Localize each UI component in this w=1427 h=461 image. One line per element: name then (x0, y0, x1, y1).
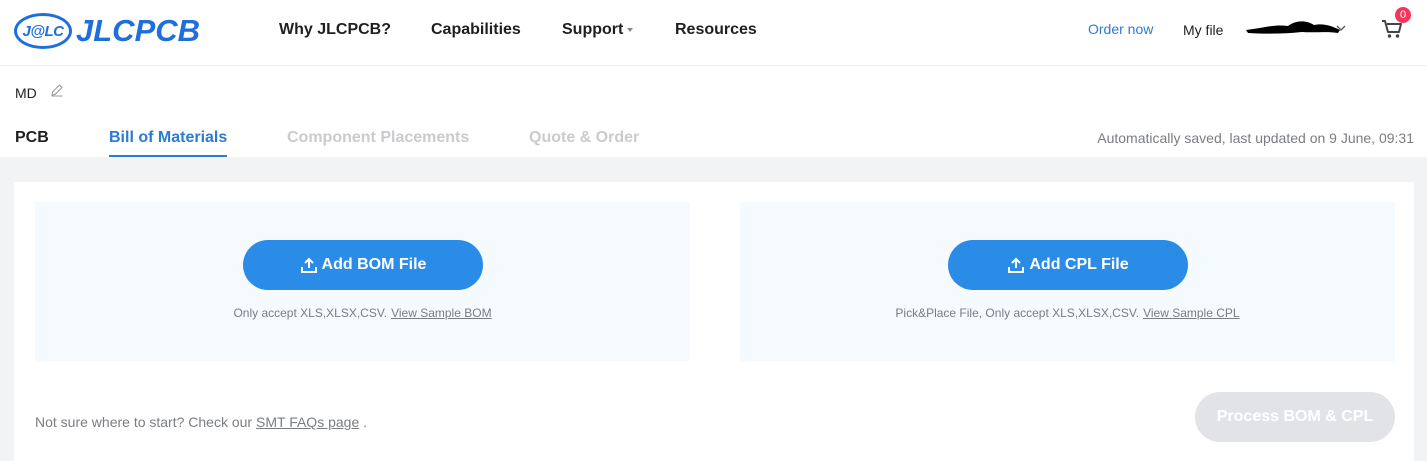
nav-support-label: Support (562, 21, 624, 38)
smt-faqs-link[interactable]: SMT FAQs page (256, 414, 359, 430)
process-bom-cpl-button[interactable]: Process BOM & CPL (1195, 392, 1395, 442)
view-sample-bom-link[interactable]: View Sample BOM (391, 306, 491, 320)
add-bom-file-label: Add BOM File (321, 256, 427, 273)
cart-count-badge: 0 (1395, 7, 1411, 23)
my-file-link[interactable]: My file (1183, 22, 1223, 38)
nav-why-jlcpcb[interactable]: Why JLCPCB? (279, 0, 391, 60)
add-cpl-file-label: Add CPL File (1029, 256, 1129, 273)
cpl-accept-note: Pick&Place File, Only accept XLS,XLSX,CS… (740, 306, 1395, 320)
tab-component-placements[interactable]: Component Placements (287, 129, 469, 147)
project-header: MD PCB Bill of Materials Component Place… (0, 66, 1427, 157)
add-bom-file-button[interactable]: Add BOM File (243, 240, 483, 290)
tab-pcb[interactable]: PCB (15, 129, 49, 147)
nav-why-jlcpcb-label: Why JLCPCB? (279, 21, 391, 38)
edit-pencil-icon[interactable] (50, 83, 64, 97)
upload-card: Add BOM File Only accept XLS,XLSX,CSV. Vi… (14, 182, 1414, 461)
tab-bill-of-materials[interactable]: Bill of Materials (109, 129, 227, 147)
chevron-down-icon[interactable] (1336, 24, 1346, 32)
tab-quote-and-order[interactable]: Quote & Order (529, 129, 639, 147)
active-tab-indicator (109, 155, 227, 157)
bom-note-text: Only accept XLS,XLSX,CSV. (233, 306, 388, 320)
nav-resources[interactable]: Resources (675, 0, 757, 60)
cpl-note-text: Pick&Place File, Only accept XLS,XLSX,CS… (895, 306, 1140, 320)
project-name: MD (15, 85, 37, 101)
add-cpl-file-button[interactable]: Add CPL File (948, 240, 1188, 290)
nav-support[interactable]: Support (562, 0, 634, 60)
chevron-down-icon (627, 28, 634, 32)
top-navigation: J@LC JLCPCB Why JLCPCB? Capabilities Sup… (0, 0, 1427, 66)
cpl-upload-panel: Add CPL File Pick&Place File, Only accep… (740, 202, 1395, 361)
upload-icon (1008, 257, 1025, 273)
jlcpcb-logo[interactable]: J@LC JLCPCB (14, 11, 200, 51)
logo-badge: J@LC (14, 13, 72, 49)
bom-accept-note: Only accept XLS,XLSX,CSV. View Sample BOM (35, 306, 690, 320)
view-sample-cpl-link[interactable]: View Sample CPL (1143, 306, 1240, 320)
autosave-status: Automatically saved, last updated on 9 J… (1097, 130, 1414, 146)
nav-capabilities[interactable]: Capabilities (431, 0, 521, 60)
upload-icon (300, 257, 317, 273)
redacted-username[interactable] (1244, 18, 1342, 40)
nav-resources-label: Resources (675, 21, 757, 38)
order-now-link[interactable]: Order now (1088, 21, 1153, 37)
bom-upload-panel: Add BOM File Only accept XLS,XLSX,CSV. Vi… (35, 202, 690, 361)
nav-capabilities-label: Capabilities (431, 21, 521, 38)
faq-prefix: Not sure where to start? Check our (35, 414, 253, 430)
faq-hint: Not sure where to start? Check our SMT F… (35, 414, 367, 430)
logo-text: JLCPCB (76, 13, 201, 48)
faq-suffix: . (363, 414, 368, 430)
